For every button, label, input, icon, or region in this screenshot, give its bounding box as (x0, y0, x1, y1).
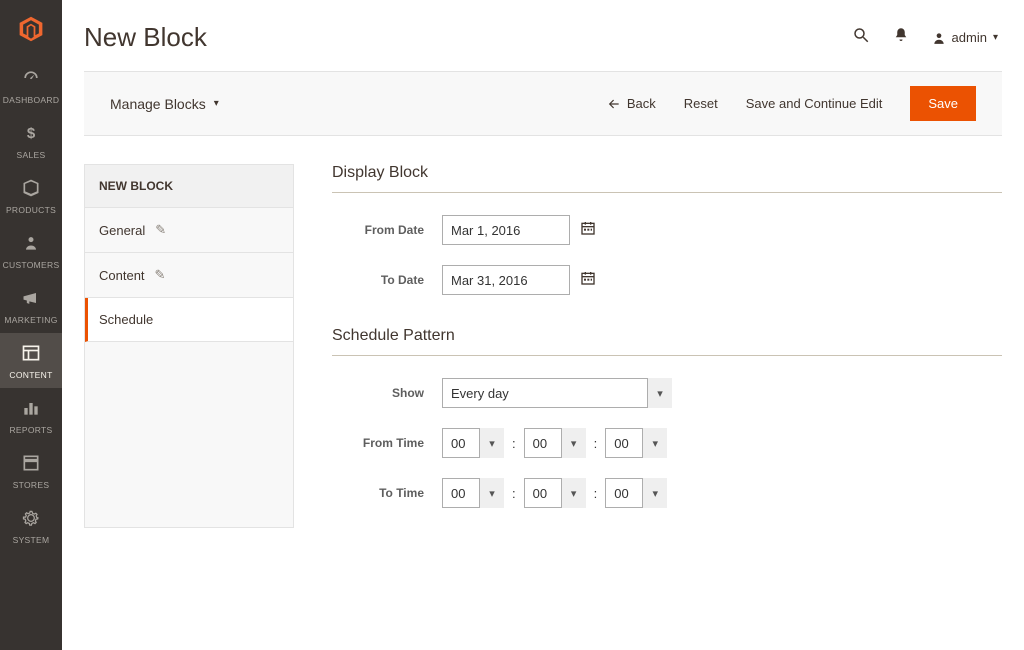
to-time-hour-select[interactable]: 00 (442, 478, 504, 508)
user-icon (932, 31, 946, 45)
bar-chart-icon (21, 398, 41, 421)
sidebar-item-label: SALES (17, 150, 46, 160)
box-icon (21, 178, 41, 201)
tab-label: General (99, 223, 145, 238)
sidebar-item-label: REPORTS (9, 425, 52, 435)
save-continue-label: Save and Continue Edit (746, 96, 883, 111)
layout-icon (21, 343, 41, 366)
to-date-label: To Date (332, 273, 442, 287)
tab-schedule[interactable]: Schedule (85, 298, 293, 342)
sidebar-item-label: MARKETING (4, 315, 57, 325)
dashboard-icon (21, 68, 41, 91)
sidebar-item-dashboard[interactable]: DASHBOARD (0, 58, 62, 113)
save-button[interactable]: Save (910, 86, 976, 121)
magento-logo[interactable] (0, 0, 62, 58)
sidebar-item-label: CONTENT (9, 370, 52, 380)
pencil-icon: ✎ (155, 222, 166, 238)
admin-username: admin (952, 30, 987, 45)
to-time-label: To Time (332, 486, 442, 500)
sidebar-item-label: DASHBOARD (3, 95, 60, 105)
section-display-block-title: Display Block (332, 164, 1002, 193)
megaphone-icon (21, 288, 41, 311)
from-date-label: From Date (332, 223, 442, 237)
to-date-input[interactable] (442, 265, 570, 295)
form-tabs-title: NEW BLOCK (85, 165, 293, 208)
svg-text:$: $ (27, 125, 36, 142)
sidebar-item-label: CUSTOMERS (3, 260, 60, 270)
admin-sidebar: DASHBOARD $ SALES PRODUCTS CUSTOMERS MAR… (0, 0, 62, 650)
show-label: Show (332, 386, 442, 400)
sidebar-item-products[interactable]: PRODUCTS (0, 168, 62, 223)
admin-user-menu[interactable]: admin ▾ (932, 30, 998, 45)
reset-button[interactable]: Reset (684, 96, 718, 111)
to-time-minute-select[interactable]: 00 (524, 478, 586, 508)
arrow-left-icon (607, 97, 621, 111)
from-time-label: From Time (332, 436, 442, 450)
gear-icon (21, 508, 41, 531)
reset-label: Reset (684, 96, 718, 111)
time-separator: : (586, 486, 606, 501)
from-time-hour-select[interactable]: 00 (442, 428, 504, 458)
sidebar-item-label: SYSTEM (13, 535, 50, 545)
chevron-down-icon: ▾ (214, 98, 219, 109)
save-continue-button[interactable]: Save and Continue Edit (746, 96, 883, 111)
back-button[interactable]: Back (607, 96, 656, 111)
sidebar-item-label: STORES (13, 480, 50, 490)
to-time-second-select[interactable]: 00 (605, 478, 667, 508)
show-select[interactable]: Every day (442, 378, 672, 408)
calendar-icon[interactable] (580, 220, 596, 240)
manage-blocks-label: Manage Blocks (110, 96, 206, 112)
bell-icon[interactable] (892, 26, 910, 49)
sidebar-item-system[interactable]: SYSTEM (0, 498, 62, 553)
calendar-icon[interactable] (580, 270, 596, 290)
from-date-input[interactable] (442, 215, 570, 245)
sidebar-item-content[interactable]: CONTENT (0, 333, 62, 388)
time-separator: : (504, 486, 524, 501)
time-separator: : (504, 436, 524, 451)
sidebar-item-reports[interactable]: REPORTS (0, 388, 62, 443)
time-separator: : (586, 436, 606, 451)
manage-blocks-dropdown[interactable]: Manage Blocks ▾ (110, 96, 219, 112)
person-icon (21, 233, 41, 256)
sidebar-item-customers[interactable]: CUSTOMERS (0, 223, 62, 278)
section-schedule-pattern-title: Schedule Pattern (332, 327, 1002, 356)
sidebar-item-label: PRODUCTS (6, 205, 56, 215)
form-body: Display Block From Date To Date Schedule… (332, 164, 1002, 528)
tab-label: Content (99, 268, 145, 283)
pencil-icon: ✎ (155, 267, 166, 283)
back-label: Back (627, 96, 656, 111)
sidebar-item-sales[interactable]: $ SALES (0, 113, 62, 168)
main-content: New Block admin ▾ Manage Blocks ▾ Back (62, 0, 1024, 650)
page-title: New Block (84, 22, 207, 53)
from-time-second-select[interactable]: 00 (605, 428, 667, 458)
from-time-minute-select[interactable]: 00 (524, 428, 586, 458)
chevron-down-icon: ▾ (993, 32, 998, 43)
sidebar-item-stores[interactable]: STORES (0, 443, 62, 498)
tab-general[interactable]: General ✎ (85, 208, 293, 253)
tab-content[interactable]: Content ✎ (85, 253, 293, 298)
store-icon (21, 453, 41, 476)
tab-label: Schedule (99, 312, 153, 327)
form-tabs-panel: NEW BLOCK General ✎ Content ✎ Schedule (84, 164, 294, 528)
dollar-icon: $ (21, 123, 41, 146)
search-icon[interactable] (852, 26, 870, 49)
sidebar-item-marketing[interactable]: MARKETING (0, 278, 62, 333)
